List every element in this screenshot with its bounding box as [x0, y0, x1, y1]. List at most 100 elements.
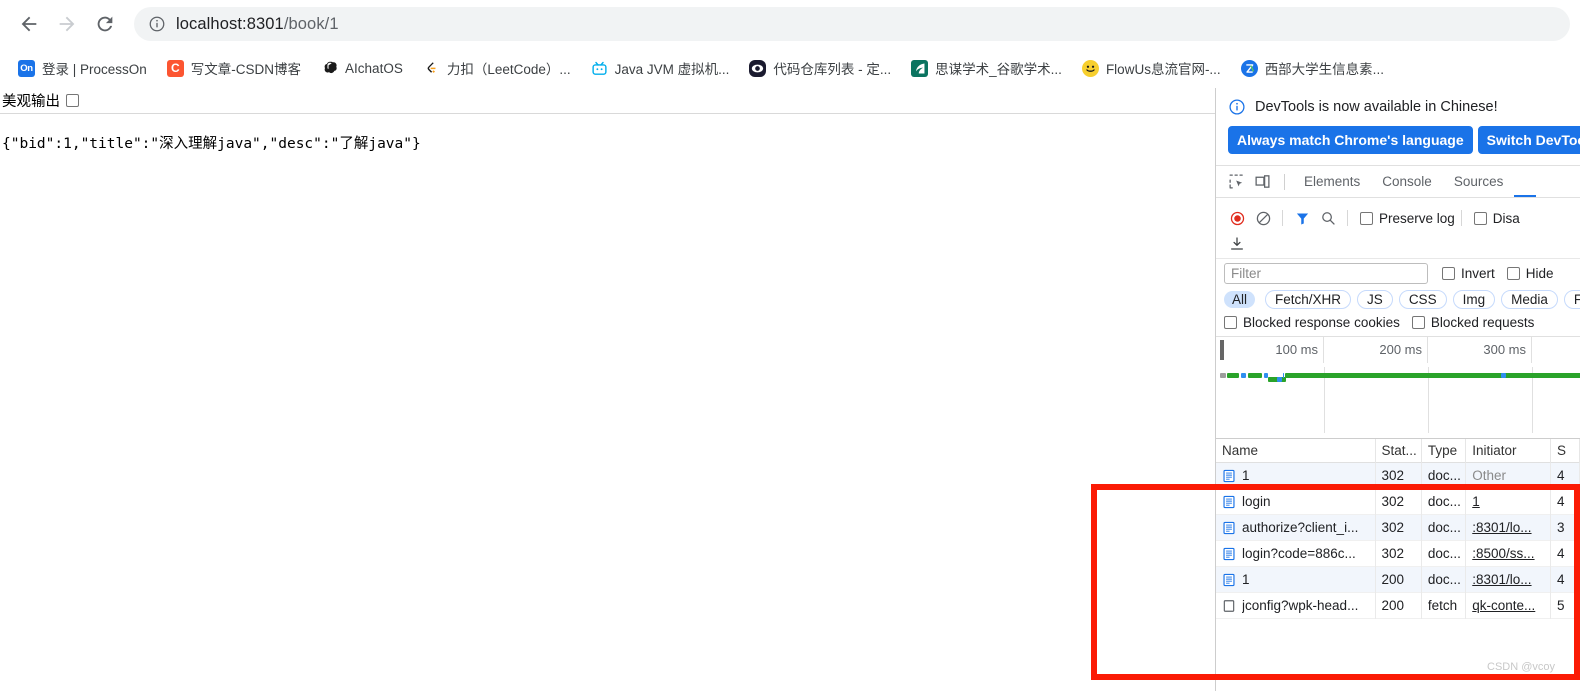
- blocked-response-cookies-checkbox[interactable]: [1224, 316, 1237, 329]
- address-bar[interactable]: localhost:8301/book/1: [134, 7, 1570, 41]
- export-har-button[interactable]: [1224, 232, 1250, 256]
- cell-type: doc...: [1422, 462, 1467, 489]
- cell-type: doc...: [1422, 540, 1467, 567]
- column-header-size[interactable]: S: [1551, 438, 1580, 463]
- cell-initiator: 1: [1466, 488, 1551, 515]
- leetcode-icon: [422, 59, 440, 77]
- table-row[interactable]: login 302 doc... 1 4: [1216, 488, 1580, 515]
- clear-icon: [1256, 211, 1270, 225]
- invert-checkbox[interactable]: [1442, 267, 1455, 280]
- back-arrow-icon: [21, 16, 37, 32]
- initiator-link[interactable]: :8301/lo...: [1472, 572, 1531, 587]
- filter-toggle-button[interactable]: [1289, 206, 1315, 230]
- cell-name: login?code=886c...: [1216, 540, 1376, 567]
- invert-label: Invert: [1461, 266, 1495, 281]
- search-button[interactable]: [1315, 206, 1341, 230]
- bookmark-scholar[interactable]: 思谋学术_谷歌学术...: [903, 54, 1070, 82]
- initiator-link[interactable]: :8500/ss...: [1472, 546, 1534, 561]
- network-overview-timeline[interactable]: 100 ms 200 ms 300 ms: [1216, 337, 1580, 439]
- initiator-link[interactable]: qk-conte...: [1472, 598, 1535, 613]
- filter-input[interactable]: [1224, 263, 1428, 284]
- blocked-response-cookies-wrap[interactable]: Blocked response cookies: [1224, 315, 1400, 330]
- bookmark-processon[interactable]: On 登录 | ProcessOn: [10, 54, 155, 82]
- network-toolbar: Preserve log Disa: [1216, 198, 1580, 259]
- toolbar-divider: [1284, 173, 1285, 190]
- resource-type-css[interactable]: CSS: [1398, 290, 1447, 309]
- cell-status: 302: [1376, 462, 1422, 489]
- switch-devtools-language-button[interactable]: Switch DevToo: [1477, 126, 1580, 154]
- record-network-log-button[interactable]: [1224, 206, 1250, 230]
- request-name: 1: [1242, 571, 1250, 587]
- download-icon: [1231, 237, 1243, 250]
- tab-elements[interactable]: Elements: [1293, 166, 1371, 197]
- overview-ruler: 100 ms 200 ms 300 ms: [1220, 337, 1580, 363]
- always-match-language-button[interactable]: Always match Chrome's language: [1228, 126, 1473, 154]
- inspect-element-icon[interactable]: [1224, 170, 1248, 194]
- table-row[interactable]: jconfig?wpk-head... 200 fetch qk-conte..…: [1216, 592, 1580, 619]
- blocked-requests-label: Blocked requests: [1430, 315, 1535, 330]
- column-header-initiator[interactable]: Initiator: [1466, 438, 1551, 463]
- cell-initiator: :8301/lo...: [1466, 566, 1551, 593]
- resource-type-media[interactable]: Media: [1501, 290, 1558, 309]
- tab-network[interactable]: [1514, 166, 1537, 197]
- preserve-log-checkbox-wrap[interactable]: Preserve log: [1360, 211, 1455, 226]
- pretty-print-checkbox[interactable]: [66, 94, 79, 107]
- network-request-table: Name Stat... Type Initiator S 1 302 doc.…: [1216, 438, 1580, 619]
- preserve-log-checkbox[interactable]: [1360, 211, 1373, 225]
- bookmark-csdn[interactable]: C 写文章-CSDN博客: [159, 54, 309, 82]
- reload-icon: [97, 16, 113, 32]
- bookmark-label: 代码仓库列表 - 定...: [773, 62, 892, 77]
- clear-network-log-button[interactable]: [1250, 206, 1276, 230]
- resource-type-fetch-xhr[interactable]: Fetch/XHR: [1265, 290, 1352, 309]
- table-row[interactable]: authorize?client_i... 302 doc... :8301/l…: [1216, 514, 1580, 541]
- initiator-link[interactable]: 1: [1472, 494, 1480, 509]
- hide-data-urls-checkbox[interactable]: [1506, 267, 1520, 280]
- bookmark-western-student[interactable]: 西部大学生信息素...: [1233, 54, 1392, 82]
- csdn-icon: C: [166, 59, 184, 77]
- blocked-requests-checkbox[interactable]: [1411, 316, 1425, 329]
- tab-sources[interactable]: Sources: [1443, 166, 1515, 197]
- bookmark-label: 登录 | ProcessOn: [42, 62, 147, 77]
- cell-initiator: Other: [1466, 462, 1551, 489]
- resource-type-all[interactable]: All: [1224, 291, 1256, 308]
- cell-status: 200: [1376, 566, 1422, 593]
- column-header-name[interactable]: Name: [1216, 438, 1376, 463]
- cell-initiator: :8500/ss...: [1466, 540, 1551, 567]
- bookmark-java-jvm[interactable]: Java JVM 虚拟机...: [583, 54, 738, 82]
- table-row[interactable]: 1 302 doc... Other 4: [1216, 462, 1580, 489]
- info-circle-icon[interactable]: [148, 15, 166, 33]
- bookmark-flowus[interactable]: FlowUs息流官网-...: [1074, 54, 1229, 82]
- reload-button[interactable]: [86, 5, 124, 43]
- watermark: CSDN @vcoy: [1487, 661, 1556, 673]
- devtools-tabbar: Elements Console Sources: [1216, 166, 1580, 198]
- cell-initiator: :8301/lo...: [1466, 514, 1551, 541]
- back-button[interactable]: [10, 5, 48, 43]
- bookmark-label: 西部大学生信息素...: [1264, 62, 1384, 77]
- document-icon: [1223, 521, 1235, 534]
- bookmark-label: 思谋学术_谷歌学术...: [935, 62, 1062, 77]
- hide-data-urls-checkbox-wrap[interactable]: Hide: [1506, 266, 1554, 281]
- resource-type-js[interactable]: JS: [1357, 290, 1393, 309]
- disable-cache-checkbox[interactable]: [1473, 211, 1487, 225]
- bookmark-leetcode[interactable]: 力扣（LeetCode）...: [415, 54, 579, 82]
- tab-console[interactable]: Console: [1371, 166, 1443, 197]
- bookmark-label: FlowUs息流官网-...: [1105, 62, 1221, 77]
- cell-name: 1: [1216, 462, 1376, 489]
- disable-cache-label: Disa: [1492, 210, 1520, 226]
- column-header-type[interactable]: Type: [1422, 438, 1467, 463]
- device-toolbar-icon[interactable]: [1250, 170, 1274, 194]
- invert-checkbox-wrap[interactable]: Invert: [1442, 266, 1495, 281]
- resource-type-font[interactable]: Fo: [1563, 290, 1580, 309]
- blocked-requests-wrap[interactable]: Blocked requests: [1411, 315, 1535, 330]
- bookmark-code-repository[interactable]: 代码仓库列表 - 定...: [741, 54, 899, 82]
- column-header-status[interactable]: Stat...: [1376, 438, 1422, 463]
- table-row[interactable]: 1 200 doc... :8301/lo... 4: [1216, 566, 1580, 593]
- forward-button[interactable]: [48, 5, 86, 43]
- disable-cache-checkbox-wrap[interactable]: Disa: [1473, 210, 1520, 226]
- resource-type-img[interactable]: Img: [1452, 290, 1496, 309]
- table-row[interactable]: login?code=886c... 302 doc... :8500/ss..…: [1216, 540, 1580, 567]
- bookmark-aichatos[interactable]: AIchatOS: [313, 54, 411, 82]
- initiator-link[interactable]: :8301/lo...: [1472, 520, 1531, 535]
- request-name: authorize?client_i...: [1242, 519, 1359, 535]
- document-icon: [1223, 495, 1235, 508]
